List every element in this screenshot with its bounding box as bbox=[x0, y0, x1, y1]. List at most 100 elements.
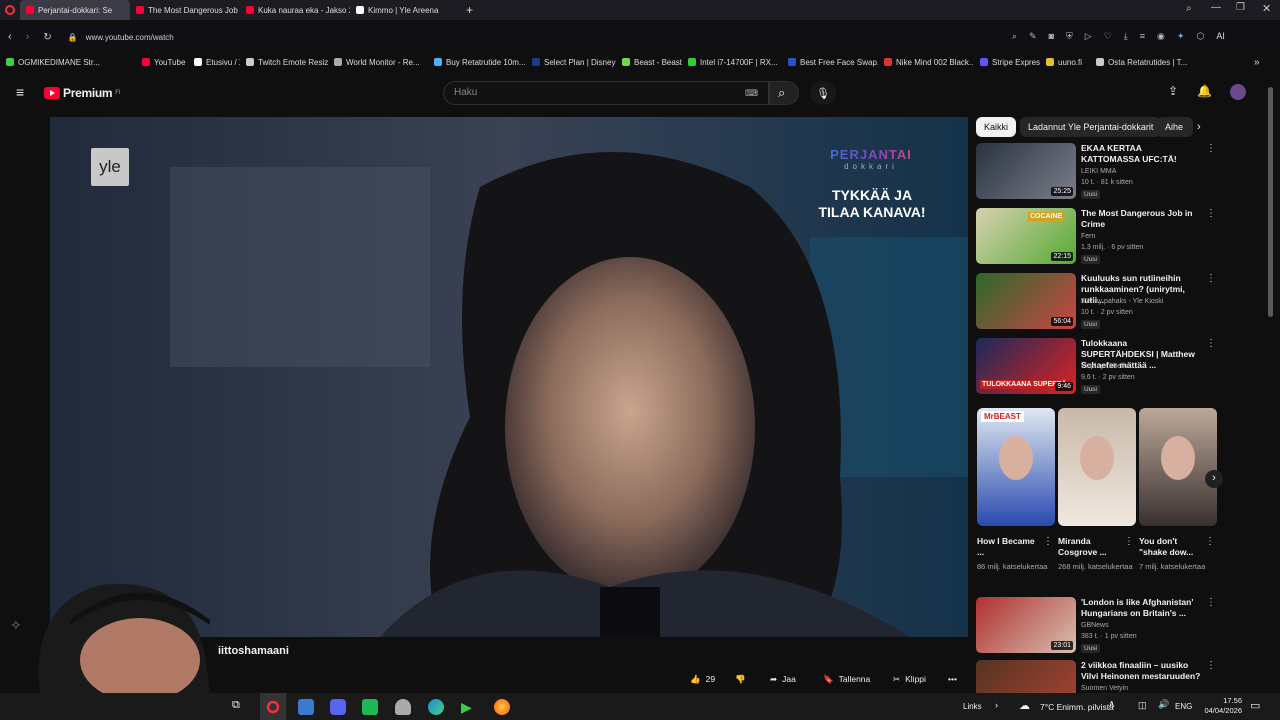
chevron-right-icon[interactable]: › bbox=[1197, 121, 1201, 133]
search-button[interactable]: ⌕ bbox=[769, 81, 799, 105]
edge-taskbar-icon[interactable] bbox=[428, 699, 444, 715]
more-options-icon[interactable]: ⋮ bbox=[1206, 208, 1216, 219]
clock[interactable]: 17.56 04/04/2026 bbox=[1198, 696, 1242, 716]
camera-icon[interactable]: ◙ bbox=[1049, 31, 1054, 42]
search-input[interactable]: Haku ⌨ bbox=[443, 81, 769, 105]
opera-logo-icon[interactable] bbox=[0, 5, 20, 15]
maximize-icon[interactable]: ❐ bbox=[1236, 2, 1245, 13]
more-options-icon[interactable]: ⋮ bbox=[1043, 536, 1053, 547]
short-title[interactable]: How I Became ... bbox=[977, 536, 1039, 558]
bookmark-item[interactable]: World Monitor - Re... bbox=[328, 58, 428, 67]
channel-name[interactable]: LEIKI MMA bbox=[1081, 168, 1116, 175]
weather-text[interactable]: 7°C Enimm. pilvistä bbox=[1040, 702, 1114, 712]
avatar[interactable] bbox=[1230, 84, 1246, 100]
video-thumbnail[interactable]: COCAINE 22:15 bbox=[976, 208, 1076, 264]
channel-name[interactable]: Suomen Vetyin bbox=[1081, 685, 1128, 692]
youtube-logo[interactable]: Premium FI bbox=[44, 86, 121, 100]
new-tab-icon[interactable]: + bbox=[466, 3, 473, 17]
tab-yle-areena[interactable]: Kimmo | Yle Areena bbox=[350, 0, 460, 20]
share-button[interactable]: ➦ Jaa bbox=[770, 670, 796, 688]
more-options-icon[interactable]: ⋮ bbox=[1206, 338, 1216, 349]
bookmark-item[interactable]: Beast - Beast bbox=[616, 58, 682, 67]
reload-icon[interactable]: ↻ bbox=[43, 32, 51, 43]
save-button[interactable]: 🔖 Tallenna bbox=[823, 670, 870, 688]
tray-chevron-icon[interactable]: › bbox=[995, 700, 998, 710]
voice-search-button[interactable]: 🎙 bbox=[810, 81, 836, 105]
tab-most-dangerous[interactable]: The Most Dangerous Job bbox=[130, 0, 240, 20]
recommendation-item[interactable]: TULOKKAANA SUPERTÄ 9:46 Tulokkaana SUPERTÄ… bbox=[976, 338, 1216, 396]
short-item[interactable]: Miranda Cosgrove ... ⋮ 268 milj. katseluke… bbox=[1058, 408, 1136, 571]
recommendation-title[interactable]: The Most Dangerous Job in Crime bbox=[1081, 208, 1201, 230]
short-item[interactable]: MrBEAST How I Became ... ⋮ 86 milj. katselu… bbox=[977, 408, 1055, 571]
bookmark-item[interactable]: Nike Mind 002 Black... bbox=[878, 58, 974, 67]
recommendation-title[interactable]: 'London is like Afghanistan' Hungarians … bbox=[1081, 597, 1201, 619]
search-icon[interactable]: ⌕ bbox=[1012, 31, 1017, 42]
search-tabs-icon[interactable]: ⌕ bbox=[1186, 3, 1192, 14]
language-indicator[interactable]: ENG bbox=[1175, 702, 1192, 711]
url-field[interactable]: www.youtube.com/watch bbox=[86, 33, 174, 42]
chip-all[interactable]: Kaikki bbox=[976, 117, 1017, 137]
shorts-next-icon[interactable]: › bbox=[1205, 470, 1223, 488]
tab-kuka-nauraa[interactable]: Kuka nauraa eka - Jakso 2 bbox=[240, 0, 350, 20]
bookmark-item[interactable]: Intel i7-14700F | RX... bbox=[682, 58, 782, 67]
short-thumbnail[interactable] bbox=[1139, 408, 1217, 526]
channel-name[interactable]: Fern bbox=[1081, 233, 1095, 240]
notifications-icon[interactable]: ▭ bbox=[1250, 699, 1260, 712]
bookmark-item[interactable]: Select Plan | Disney+ bbox=[526, 58, 616, 67]
profile-icon[interactable]: ◉ bbox=[1157, 31, 1165, 42]
more-options-icon[interactable]: ⋮ bbox=[1206, 597, 1216, 608]
recommendation-item[interactable]: 2 viikkoa finaaliin – uusiko Vilvi Heino… bbox=[976, 660, 1216, 693]
keyboard-icon[interactable]: ⌨ bbox=[745, 88, 758, 99]
more-options-icon[interactable]: ⋮ bbox=[1206, 273, 1216, 284]
minimize-icon[interactable]: — bbox=[1211, 2, 1221, 13]
chip-topic[interactable]: Aihe bbox=[1157, 117, 1193, 137]
more-options-icon[interactable]: ⋮ bbox=[1205, 536, 1215, 547]
chip-uploaded[interactable]: Ladannut Yle Perjantai-dokkarit bbox=[1020, 117, 1162, 137]
network-icon[interactable]: ◫ bbox=[1138, 700, 1147, 711]
bookmark-item[interactable]: Twitch Emote Resizer bbox=[240, 58, 328, 67]
menu-icon[interactable]: ≡ bbox=[1140, 31, 1145, 42]
firefox-taskbar-icon[interactable] bbox=[494, 699, 510, 715]
extension-icon[interactable]: ✦ bbox=[1177, 31, 1185, 42]
hamburger-menu-icon[interactable]: ≡ bbox=[16, 84, 24, 100]
video-thumbnail[interactable]: 25:25 bbox=[976, 143, 1076, 199]
bookmark-item[interactable]: uuno.fi bbox=[1040, 58, 1090, 67]
short-title[interactable]: You don't "shake dow... bbox=[1139, 536, 1201, 558]
channel-name[interactable]: Viaplay Urheilu bbox=[1081, 363, 1128, 370]
shield-taskbar-icon[interactable] bbox=[395, 699, 411, 715]
recommendation-item[interactable]: 56:04 Kuuluuks sun rutiineihin runkkaamin… bbox=[976, 273, 1216, 331]
close-window-icon[interactable]: ✕ bbox=[1262, 2, 1271, 15]
more-options-icon[interactable]: ⋮ bbox=[1206, 143, 1216, 154]
opera-taskbar-icon[interactable] bbox=[260, 693, 286, 720]
recommendation-item[interactable]: COCAINE 22:15 The Most Dangerous Job in Cr… bbox=[976, 208, 1216, 266]
recommendation-item[interactable]: 23:01 'London is like Afghanistan' Hungar… bbox=[976, 597, 1216, 655]
like-button[interactable]: 👍 29 bbox=[690, 670, 724, 688]
task-view-icon[interactable]: ⧉ bbox=[232, 699, 240, 712]
files-taskbar-icon[interactable] bbox=[298, 699, 314, 715]
cube-icon[interactable]: ⬡ bbox=[1196, 31, 1204, 42]
edit-icon[interactable]: ✎ bbox=[1029, 31, 1037, 42]
more-options-icon[interactable]: ⋮ bbox=[1124, 536, 1134, 547]
links-toolbar[interactable]: Links bbox=[963, 702, 982, 711]
short-thumbnail[interactable] bbox=[1058, 408, 1136, 526]
dislike-button[interactable]: 👎 bbox=[735, 670, 746, 688]
bookmark-item[interactable]: OGMIKEDIMANE Str... bbox=[0, 58, 136, 67]
shield-icon[interactable]: ⛨ bbox=[1066, 31, 1073, 42]
video-thumbnail[interactable] bbox=[976, 660, 1076, 693]
video-thumbnail[interactable]: 23:01 bbox=[976, 597, 1076, 653]
video-player[interactable]: yle PERJANTAI dokkari TYKKÄÄ JA TILAA KA… bbox=[50, 117, 968, 637]
back-icon[interactable]: ‹ bbox=[8, 31, 12, 43]
bookmarks-overflow-icon[interactable]: » bbox=[1254, 57, 1260, 68]
short-thumbnail[interactable]: MrBEAST bbox=[977, 408, 1055, 526]
show-hidden-icons[interactable]: ∧ bbox=[1108, 699, 1115, 710]
video-thumbnail[interactable]: TULOKKAANA SUPERTÄ 9:46 bbox=[976, 338, 1076, 394]
channel-name[interactable]: GBNews bbox=[1081, 622, 1109, 629]
clip-button[interactable]: ✂ Klippi bbox=[893, 670, 926, 688]
recommendation-title[interactable]: 2 viikkoa finaaliin – uusiko Vilvi Heino… bbox=[1081, 660, 1201, 682]
bookmark-item[interactable]: Best Free Face Swap... bbox=[782, 58, 878, 67]
download-icon[interactable]: ⤓ bbox=[1124, 31, 1128, 42]
bookmark-item[interactable]: Buy Retatrutide 10m... bbox=[428, 58, 526, 67]
bookmark-item[interactable]: Etusivu / X bbox=[188, 58, 240, 67]
more-actions-button[interactable]: ••• bbox=[948, 670, 957, 688]
recommendation-item[interactable]: 25:25 EKAA KERTAA KATTOMASSA UFC:TÄ! LEIKI… bbox=[976, 143, 1216, 201]
